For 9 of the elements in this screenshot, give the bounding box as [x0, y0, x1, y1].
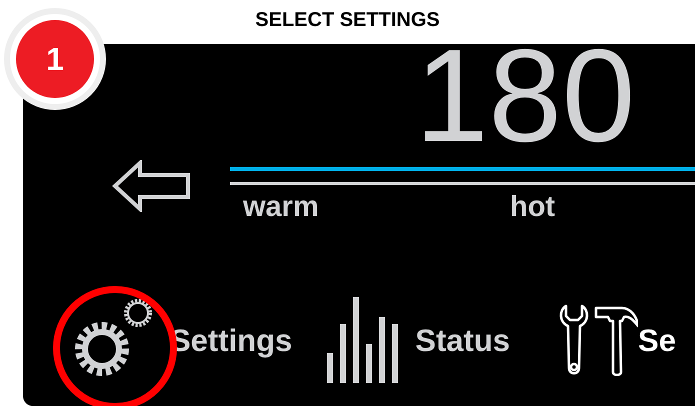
- left-arrow-icon[interactable]: [112, 160, 190, 212]
- temperature-reading: 180: [415, 44, 636, 146]
- menu-item[interactable]: Se: [558, 304, 676, 376]
- menu-item[interactable]: Status: [327, 297, 510, 383]
- step-number: 1: [16, 20, 94, 98]
- page-title: SELECT SETTINGS: [254, 8, 441, 33]
- wrench-hammer-icon: [558, 304, 638, 376]
- scale-label: hot: [510, 193, 556, 222]
- scale-label: warm: [243, 193, 320, 222]
